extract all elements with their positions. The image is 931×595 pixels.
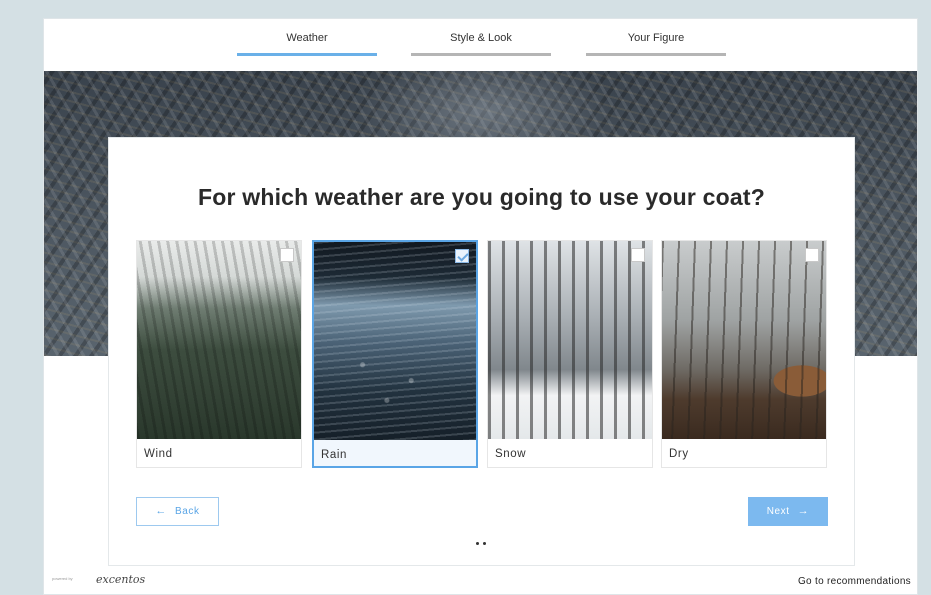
checkbox-checked[interactable] [455,249,469,263]
step-label: Your Figure [627,32,685,44]
excentos-logo[interactable]: excentos [96,573,145,586]
option-label: Rain [321,449,348,461]
step-label: Weather [286,32,328,44]
question-title: For which weather are you going to use y… [198,184,765,210]
snowy-road-photo [488,241,652,439]
option-label: Dry [669,448,689,460]
step-progress-bar [411,53,551,56]
powered-by-text: powered by [52,576,73,581]
checkbox[interactable] [805,248,819,262]
arrow-left-icon: ← [155,505,167,517]
back-label: Back [174,506,200,517]
option-label: Snow [495,448,527,460]
loading-dots [474,542,490,546]
option-dry[interactable]: Dry [661,240,827,468]
next-button[interactable]: Next → [748,497,828,526]
checkbox[interactable] [631,248,645,262]
misty-forest-photo [137,241,301,439]
advisor-frame: Weather Style & Look Your Figure For whi… [43,18,918,595]
question-card: For which weather are you going to use y… [108,137,855,566]
step-label: Style & Look [450,32,512,44]
option-snow[interactable]: Snow [487,240,653,468]
step-style-look[interactable]: Style & Look [411,19,551,59]
arrow-right-icon: → [797,505,810,517]
step-your-figure[interactable]: Your Figure [586,19,726,59]
step-progress-bar [586,53,726,56]
option-rain[interactable]: Rain [312,240,478,468]
footer: powered by excentos Go to recommendation… [44,570,917,594]
back-button[interactable]: ← Back [136,497,219,526]
step-weather[interactable]: Weather [237,19,377,59]
autumn-woodpile-photo [662,241,826,439]
rain-puddle-photo [314,242,476,440]
go-to-recommendations-link[interactable]: Go to recommendations [798,576,911,587]
dot [483,542,486,545]
dot [476,542,479,545]
next-label: Next [766,506,790,517]
option-wind[interactable]: Wind [136,240,302,468]
checkbox[interactable] [280,248,294,262]
progress-steps: Weather Style & Look Your Figure [44,19,917,71]
step-progress-bar [237,53,377,56]
option-label: Wind [144,448,173,460]
